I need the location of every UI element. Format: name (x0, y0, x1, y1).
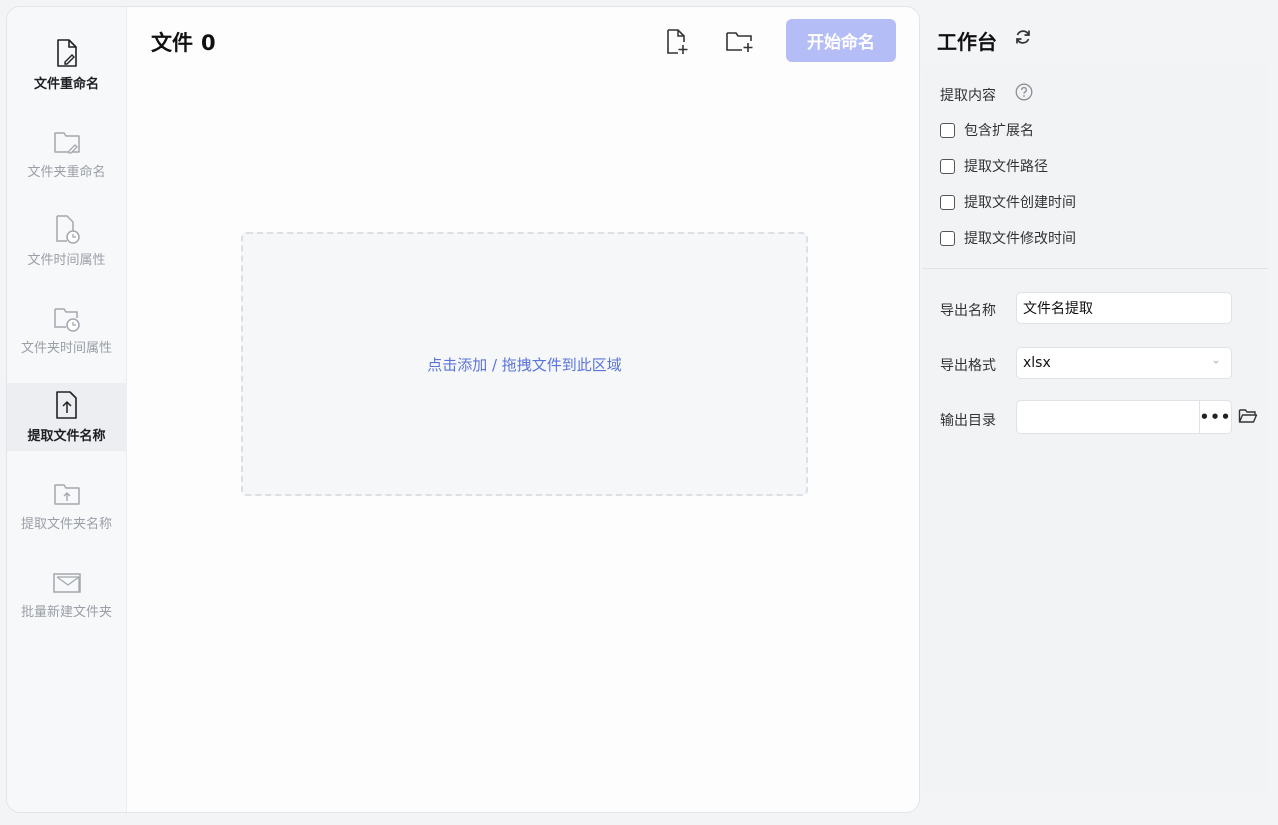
file-list-area: 文件 0 开始命名 点击添加 / 拖拽文件到此区域 (127, 7, 919, 812)
option-label: 提取文件修改时间 (964, 231, 1076, 247)
option-extract-modified-time[interactable]: 提取文件修改时间 (940, 228, 1076, 248)
sidebar-item-folder-rename[interactable]: 文件夹重命名 (7, 123, 126, 191)
sidebar-item-file-time[interactable]: 文件时间属性 (7, 211, 126, 279)
add-folder-button[interactable] (725, 27, 755, 57)
sidebar-item-extract-folder-names[interactable]: 提取文件夹名称 (7, 475, 126, 543)
sidebar-item-label: 文件夹时间属性 (20, 341, 112, 356)
file-add-icon (667, 29, 688, 54)
export-format-value: xlsx (1023, 355, 1051, 371)
export-name-input[interactable]: 文件名提取 (1016, 292, 1232, 324)
checkbox[interactable] (940, 230, 955, 246)
sidebar-item-label: 文件夹重命名 (27, 165, 106, 180)
sidebar-item-label: 提取文件名称 (27, 429, 106, 444)
refresh-icon[interactable] (1013, 27, 1033, 47)
file-edit-icon (56, 39, 77, 67)
folder-upload-icon (53, 484, 80, 505)
export-name-label: 导出名称 (940, 303, 996, 319)
sidebar-item-label: 文件时间属性 (27, 253, 106, 268)
divider (922, 268, 1268, 269)
file-count-title: 文件 0 (151, 27, 224, 57)
start-rename-button[interactable]: 开始命名 (786, 19, 896, 62)
checkbox[interactable] (940, 194, 955, 210)
folder-mail-icon (52, 573, 81, 593)
folder-add-icon (726, 32, 753, 52)
file-drop-zone[interactable]: 点击添加 / 拖拽文件到此区域 (241, 232, 808, 496)
export-format-label: 导出格式 (940, 358, 996, 374)
workbench-title: 工作台 (937, 30, 997, 54)
sidebar: 文件重命名 文件夹重命名 文件时间属性 文件夹时间属性 提取文件名称 提取文件夹… (7, 7, 127, 812)
option-label: 提取文件创建时间 (964, 195, 1076, 211)
folder-open-icon[interactable] (1238, 407, 1258, 425)
sidebar-item-label: 提取文件夹名称 (20, 517, 112, 532)
option-extract-created-time[interactable]: 提取文件创建时间 (940, 192, 1076, 212)
chevron-down-icon (1213, 360, 1219, 364)
drop-zone-text: 点击添加 / 拖拽文件到此区域 (427, 355, 622, 374)
settings-card: 提取内容 包含扩展名 提取文件路径 提取文件创建时间 提取文件修改时间 导出名称… (922, 66, 1268, 792)
question-circle-icon[interactable] (1015, 83, 1033, 101)
sidebar-item-label: 批量新建文件夹 (20, 605, 112, 620)
sidebar-item-label: 文件重命名 (33, 77, 99, 92)
main-card: 文件重命名 文件夹重命名 文件时间属性 文件夹时间属性 提取文件名称 提取文件夹… (6, 6, 920, 813)
workbench-panel: 工作台 提取内容 包含扩展名 提取文件路径 提取文件创建时间 提取文件修改时间 (920, 0, 1278, 825)
extract-content-label: 提取内容 (940, 88, 996, 104)
add-file-button[interactable] (662, 27, 692, 57)
sidebar-item-batch-new-folder[interactable]: 批量新建文件夹 (7, 563, 126, 631)
checkbox[interactable] (940, 158, 955, 174)
file-clock-icon (55, 215, 80, 244)
browse-button[interactable]: ••• (1199, 401, 1231, 433)
output-dir-input[interactable]: ••• (1016, 400, 1232, 434)
sidebar-item-folder-time[interactable]: 文件夹时间属性 (7, 299, 126, 367)
file-upload-icon (55, 391, 77, 419)
sidebar-item-extract-file-names[interactable]: 提取文件名称 (7, 383, 126, 451)
option-label: 包含扩展名 (964, 123, 1034, 139)
folder-clock-icon (53, 308, 80, 332)
option-include-extension[interactable]: 包含扩展名 (940, 120, 1034, 140)
folder-edit-icon (53, 132, 80, 154)
export-format-select[interactable]: xlsx (1016, 347, 1232, 379)
option-label: 提取文件路径 (964, 159, 1048, 175)
sidebar-item-file-rename[interactable]: 文件重命名 (7, 35, 126, 103)
checkbox[interactable] (940, 122, 955, 138)
file-count-value: 0 (201, 31, 216, 55)
output-dir-label: 输出目录 (940, 413, 996, 429)
option-extract-path[interactable]: 提取文件路径 (940, 156, 1048, 176)
files-label: 文件 (151, 31, 193, 55)
